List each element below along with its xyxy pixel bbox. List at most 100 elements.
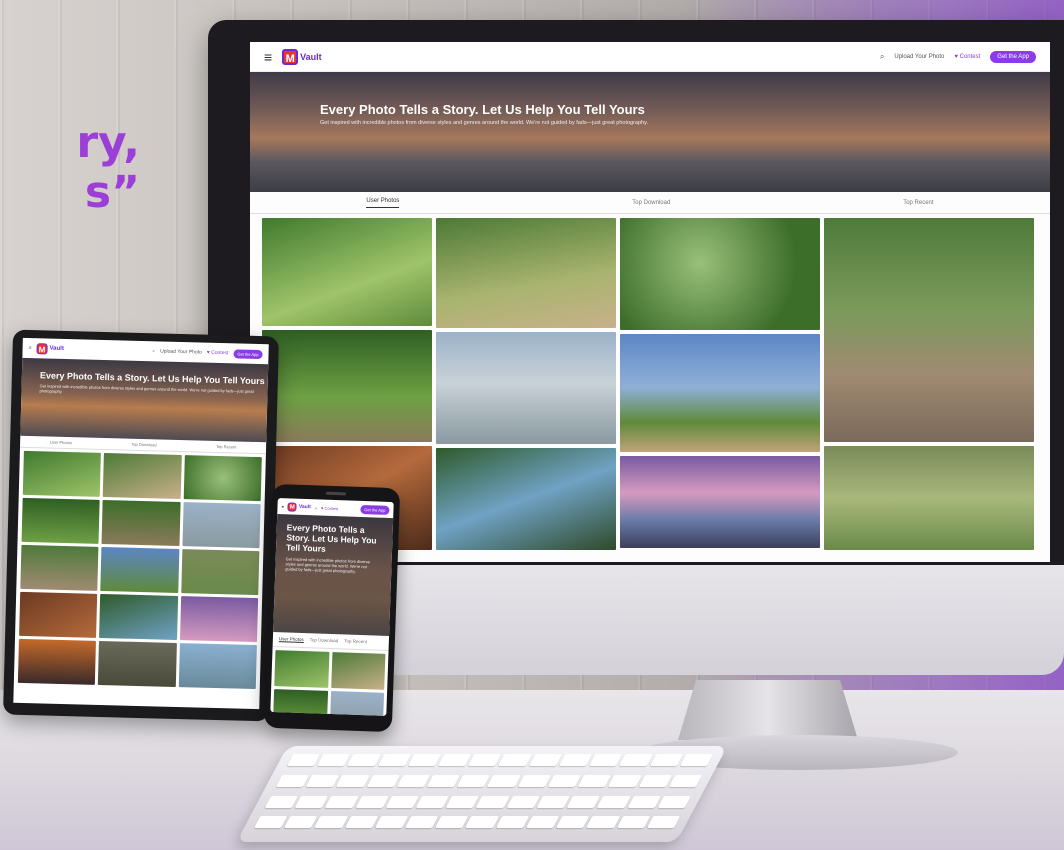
photo-grid — [270, 647, 388, 716]
logo-text: Vault — [49, 345, 64, 352]
phone-screen: ≡ M Vault ⌕ ♥ Contest Get the App Every … — [270, 498, 394, 716]
tab-top-recent[interactable]: Top Recent — [344, 638, 367, 645]
logo-mark: M — [36, 342, 48, 354]
keyboard-key — [446, 795, 480, 808]
navbar-actions: ⌕ Upload Your Photo ♥ Contest Get the Ap… — [880, 50, 1036, 63]
photo-card[interactable] — [17, 638, 97, 685]
tab-user-photos[interactable]: User Photos — [50, 440, 72, 446]
upload-photo-link[interactable]: Upload Your Photo — [894, 54, 944, 60]
keyboard-key — [465, 816, 499, 829]
upload-photo-link[interactable]: Upload Your Photo — [160, 348, 202, 355]
photo-card[interactable] — [620, 456, 820, 548]
contest-link[interactable]: ♥ Contest — [321, 505, 338, 511]
photo-card[interactable] — [98, 640, 177, 687]
keyboard-key — [415, 795, 450, 808]
photo-card[interactable] — [329, 691, 385, 716]
photo-card[interactable] — [180, 549, 260, 596]
keyboard-key — [457, 774, 491, 787]
photo-card[interactable] — [274, 650, 329, 688]
logo-mark: M — [287, 501, 298, 512]
photo-card[interactable] — [101, 499, 181, 547]
search-icon[interactable]: ⌕ — [152, 348, 155, 354]
photo-card[interactable] — [100, 546, 180, 593]
keyboard-key — [407, 754, 442, 766]
keyboard-key — [366, 774, 401, 787]
site-logo[interactable]: M Vault — [36, 342, 64, 355]
photo-card[interactable] — [20, 544, 99, 591]
tab-user-photos[interactable]: User Photos — [366, 198, 400, 208]
menu-icon[interactable]: ≡ — [281, 504, 284, 509]
search-icon[interactable]: ⌕ — [880, 52, 884, 62]
photo-card[interactable] — [99, 593, 178, 640]
keyboard-key — [498, 754, 532, 766]
hero-title: Every Photo Tells a Story. Let Us Help Y… — [320, 102, 645, 117]
tab-top-download[interactable]: Top Download — [632, 200, 670, 206]
keyboard-key — [264, 795, 299, 808]
photo-card[interactable] — [183, 455, 262, 502]
keyboard-key — [355, 795, 390, 808]
keyboard-key — [317, 754, 351, 766]
photo-card[interactable] — [19, 591, 98, 638]
photo-card[interactable] — [824, 218, 1034, 442]
photo-card[interactable] — [182, 502, 261, 549]
keyboard-key — [336, 774, 370, 787]
photo-card[interactable] — [436, 448, 616, 550]
keyboard-key — [468, 754, 502, 766]
get-app-button[interactable]: Get the App — [990, 50, 1036, 63]
menu-icon[interactable]: ≡ — [264, 49, 272, 65]
tab-top-download[interactable]: Top Download — [131, 442, 156, 448]
photo-card[interactable] — [262, 330, 432, 442]
tab-top-recent[interactable]: Top Recent — [216, 444, 236, 450]
get-app-button[interactable]: Get the App — [360, 504, 390, 515]
keyboard-key — [404, 816, 439, 829]
keyboard-key — [608, 774, 642, 787]
hero-subtitle: Get inspired with incredible photos from… — [285, 556, 370, 574]
photo-card[interactable] — [178, 643, 257, 690]
contest-link[interactable]: ♥ Contest — [207, 350, 229, 357]
search-icon[interactable]: ⌕ — [315, 505, 317, 510]
site-logo[interactable]: M Vault — [287, 501, 311, 512]
keyboard-key — [325, 795, 359, 808]
keyboard-key — [344, 816, 379, 829]
photo-card[interactable] — [272, 689, 328, 716]
phone-device: ≡ M Vault ⌕ ♥ Contest Get the App Every … — [263, 483, 401, 733]
photo-card[interactable] — [620, 334, 820, 452]
tab-user-photos[interactable]: User Photos — [278, 636, 304, 644]
get-app-button[interactable]: Get the App — [233, 348, 263, 359]
keyboard-key — [385, 795, 420, 808]
photo-column — [620, 218, 820, 550]
photo-card[interactable] — [21, 497, 100, 544]
tagline-line-2: s” — [84, 167, 140, 218]
photo-card[interactable] — [436, 218, 616, 328]
photo-card[interactable] — [262, 218, 432, 326]
logo-text: Vault — [298, 503, 311, 511]
desktop-screen: ≡ M Vault ⌕ Upload Your Photo ♥ Contest … — [250, 42, 1050, 562]
tab-top-download[interactable]: Top Download — [310, 637, 339, 644]
keyboard-key — [306, 774, 340, 787]
contest-link[interactable]: ♥ Contest — [954, 54, 980, 60]
keyboard-key — [435, 816, 469, 829]
photo-card[interactable] — [330, 652, 386, 690]
keyboard-key — [314, 816, 348, 829]
site-logo[interactable]: M Vault — [282, 48, 322, 65]
photo-card[interactable] — [103, 453, 182, 500]
keyboard-key — [668, 774, 703, 787]
menu-icon[interactable]: ≡ — [29, 345, 32, 351]
photo-card[interactable] — [436, 332, 616, 444]
photo-card[interactable] — [22, 450, 102, 497]
photo-card[interactable] — [824, 446, 1034, 550]
tab-top-recent[interactable]: Top Recent — [903, 200, 933, 206]
keyboard-key — [426, 774, 461, 787]
keyboard-key — [396, 774, 431, 787]
keyboard-key — [619, 754, 653, 766]
keyboard-key — [646, 816, 681, 829]
keyboard-key — [374, 816, 409, 829]
keyboard-key — [347, 754, 381, 766]
photo-card[interactable] — [620, 218, 820, 330]
tagline-line-1: ry, — [76, 117, 140, 168]
photo-card[interactable] — [179, 596, 259, 643]
tablet-device: ≡ M Vault ⌕ Upload Your Photo ♥ Contest … — [3, 329, 279, 722]
keyboard-key — [627, 795, 661, 808]
keyboard-key — [638, 774, 673, 787]
hero-title: Every Photo Tells a Story. Let Us Help Y… — [285, 522, 377, 554]
